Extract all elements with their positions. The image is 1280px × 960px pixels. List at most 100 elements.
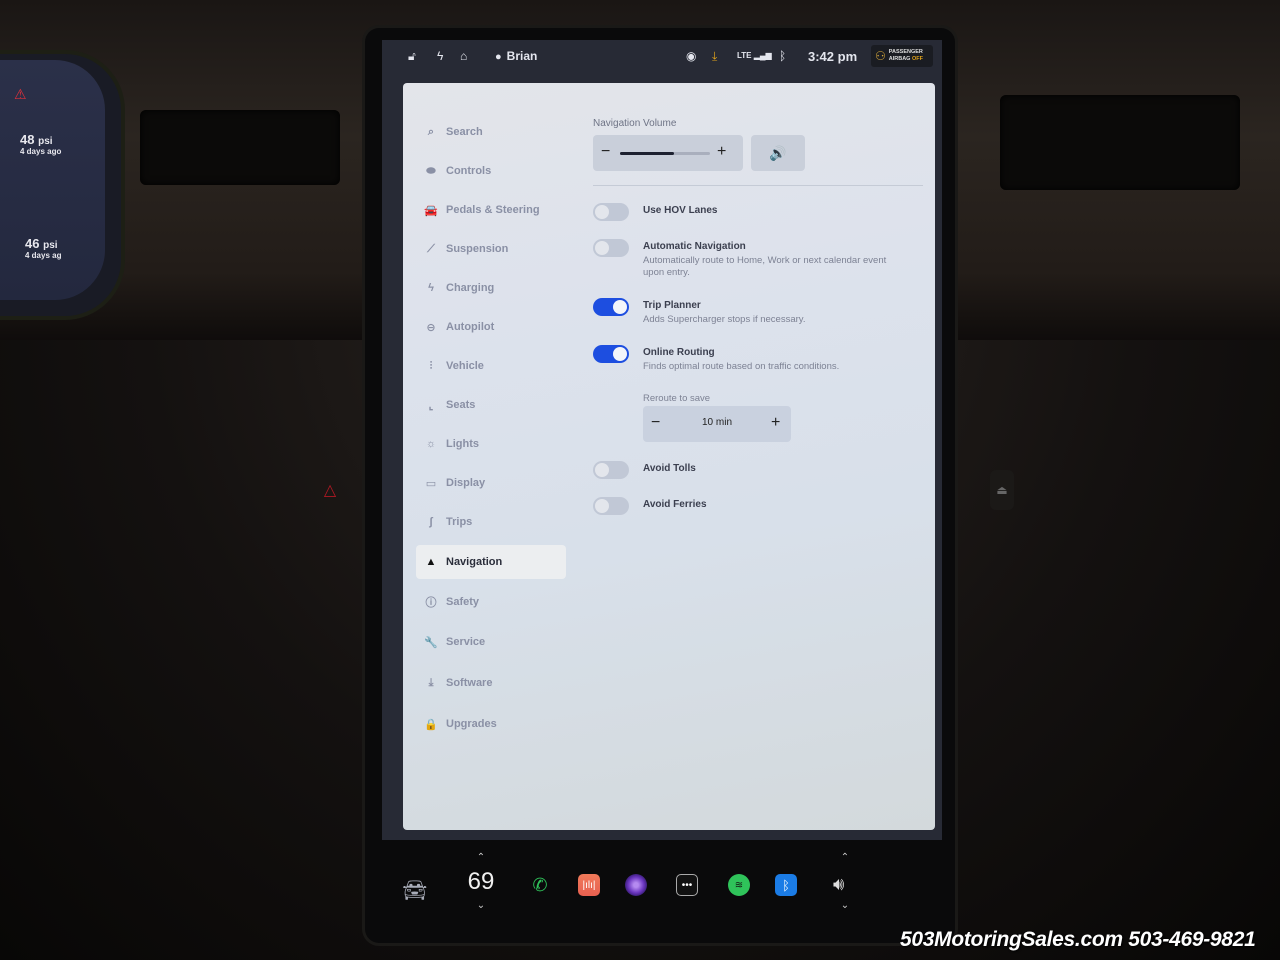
air-vent-right (1000, 95, 1240, 190)
dashcam-icon[interactable]: ◉ (686, 48, 696, 64)
volume-down-button[interactable]: ⌄ (833, 900, 857, 911)
settings-panel: ⌕ Search ⬬ Controls 🚘 Pedals & Steering ⟋ Suspe… (403, 83, 935, 830)
temperature-up-button[interactable]: ⌃ (464, 852, 498, 863)
homelink-icon[interactable]: ⌂ (460, 48, 467, 64)
reroute-increase-button[interactable]: + (771, 414, 780, 432)
speaker-icon: 🔊 (769, 145, 787, 161)
sidebar-item-label: Charging (446, 282, 495, 294)
sidebar-item-search[interactable]: ⌕ Search (416, 115, 566, 149)
sidebar-item-pedals-steering[interactable]: 🚘 Pedals & Steering (416, 193, 566, 227)
lte-signal-icon: LTE ▂▄▆ (737, 51, 772, 60)
user-icon: ● (495, 51, 502, 63)
volume-icon[interactable]: 🔊︎ (833, 874, 844, 895)
divider (593, 185, 923, 186)
dealer-watermark: 503MotoringSales.com 503-469-9821 (900, 928, 1256, 951)
download-icon: ⤓ (428, 676, 434, 689)
sidebar-item-label: Navigation (446, 556, 503, 568)
sidebar-item-autopilot[interactable]: ⊖ Autopilot (416, 310, 566, 344)
tire-pressure-value: 48 (20, 132, 35, 147)
tire-pressure-age: 4 days ag (25, 251, 62, 260)
online-routing-toggle[interactable] (593, 345, 629, 363)
volume-slider[interactable] (620, 152, 710, 155)
sidebar-item-label: Autopilot (446, 321, 495, 333)
more-apps-icon[interactable]: ••• (676, 874, 698, 896)
sidebar-item-vehicle[interactable]: ⫶ Vehicle (416, 349, 566, 383)
driver-name: Brian (506, 49, 538, 63)
sidebar-item-service[interactable]: 🔧 Service (416, 625, 566, 659)
air-vent-left (140, 110, 340, 185)
bottom-dock: 🚘︎ ⌃ 69 ⌄ ✆ |ılı| ••• ≋ ᛒ ⌃ 🔊︎ ⌄ (382, 850, 942, 930)
sidebar-item-software[interactable]: ⤓ Software (416, 666, 566, 700)
sun-icon: ☼ (425, 438, 437, 450)
display-icon: ▭ (425, 477, 437, 490)
volume-test-button[interactable]: 🔊 (751, 135, 805, 171)
download-icon[interactable]: ⤓ (712, 48, 717, 64)
car-icon: 🚘 (424, 204, 438, 217)
phone-icon[interactable]: ✆ (529, 874, 551, 896)
reroute-label: Reroute to save (643, 393, 711, 404)
sidebar-item-controls[interactable]: ⬬ Controls (416, 154, 566, 188)
audio-app-icon[interactable]: |ılı| (578, 874, 600, 896)
avoid-tolls-toggle[interactable] (593, 461, 629, 479)
sidebar-item-upgrades[interactable]: 🔒 Upgrades (416, 707, 566, 741)
hazard-button-icon[interactable]: △ (320, 480, 340, 500)
sidebar-item-label: Search (446, 126, 483, 138)
setting-description: Finds optimal route based on traffic con… (643, 361, 840, 372)
cabin-temperature[interactable]: 69 (464, 868, 498, 896)
sidebar-item-label: Vehicle (446, 360, 484, 372)
glovebox-button[interactable]: ⏏ (990, 470, 1014, 510)
airbag-label: PASSENGER (888, 49, 923, 55)
bolt-icon: ϟ (428, 282, 434, 294)
sidebar-item-suspension[interactable]: ⟋ Suspension (416, 232, 566, 266)
bluetooth-app-icon[interactable]: ᛒ (775, 874, 797, 896)
setting-title: Automatic Navigation (643, 241, 746, 252)
avoid-ferries-toggle[interactable] (593, 497, 629, 515)
trip-planner-toggle[interactable] (593, 298, 629, 316)
sidebar-item-navigation[interactable]: ▲ Navigation (416, 545, 566, 579)
car-icon[interactable]: 🚘︎ (402, 878, 427, 903)
bag-icon: 🔒 (424, 718, 438, 731)
navigation-settings: Navigation Volume − + 🔊 Use HOV Lanes Aut… (593, 83, 935, 830)
volume-increase-button[interactable]: + (717, 143, 726, 161)
airbag-state: OFF (912, 56, 923, 62)
setting-title: Avoid Ferries (643, 499, 707, 510)
sidebar-item-label: Safety (446, 596, 480, 608)
volume-decrease-button[interactable]: − (601, 143, 610, 161)
sidebar-item-charging[interactable]: ϟ Charging (416, 271, 566, 305)
lte-label: LTE (737, 51, 752, 60)
navigation-volume-control: − + (593, 135, 743, 171)
sidebar-item-safety[interactable]: ⓘ Safety (416, 585, 566, 619)
sidebar-item-trips[interactable]: ʃ Trips (416, 505, 566, 539)
trips-icon: ʃ (429, 516, 433, 528)
spotify-icon[interactable]: ≋ (728, 874, 750, 896)
lock-icon[interactable]: 🔓︎ (408, 48, 416, 64)
sliders-icon: ⫶ (429, 359, 433, 372)
sidebar-item-label: Service (446, 636, 486, 648)
navigation-arrow-icon: ▲ (425, 556, 437, 568)
setting-title: Use HOV Lanes (643, 205, 718, 216)
navigation-volume-label: Navigation Volume (593, 118, 677, 129)
use-hov-lanes-toggle[interactable] (593, 203, 629, 221)
bolt-icon[interactable]: ϟ (437, 48, 443, 64)
temperature-down-button[interactable]: ⌄ (464, 900, 498, 911)
sidebar-item-label: Suspension (446, 243, 509, 255)
setting-title: Avoid Tolls (643, 463, 696, 474)
tire-pressure-unit: psi (43, 240, 58, 251)
alert-circle-icon: ⓘ (425, 597, 437, 609)
touchscreen: 🔓︎ ϟ ⌂ ● Brian ◉ ⤓ LTE ▂▄▆ ᛒ 3:42 pm ⚇ PA… (382, 40, 942, 840)
status-bar: 🔓︎ ϟ ⌂ ● Brian ◉ ⤓ LTE ▂▄▆ ᛒ 3:42 pm ⚇ PA… (382, 40, 942, 72)
camera-app-icon[interactable] (625, 874, 647, 896)
sidebar-item-display[interactable]: ▭ Display (416, 466, 566, 500)
bluetooth-icon[interactable]: ᛒ (779, 48, 786, 64)
tire-pressure-age: 4 days ago (20, 147, 62, 156)
sidebar-item-label: Upgrades (446, 718, 497, 730)
sidebar-item-seats[interactable]: ⌞ Seats (416, 388, 566, 422)
volume-slider-fill (620, 152, 674, 155)
driver-profile[interactable]: ● Brian (495, 48, 537, 64)
toggle-icon: ⬬ (426, 164, 436, 177)
automatic-navigation-toggle[interactable] (593, 239, 629, 257)
volume-up-button[interactable]: ⌃ (833, 852, 857, 863)
sidebar-item-lights[interactable]: ☼ Lights (416, 427, 566, 461)
toggle-knob (595, 499, 609, 513)
reroute-stepper: − 10 min + (643, 406, 791, 442)
